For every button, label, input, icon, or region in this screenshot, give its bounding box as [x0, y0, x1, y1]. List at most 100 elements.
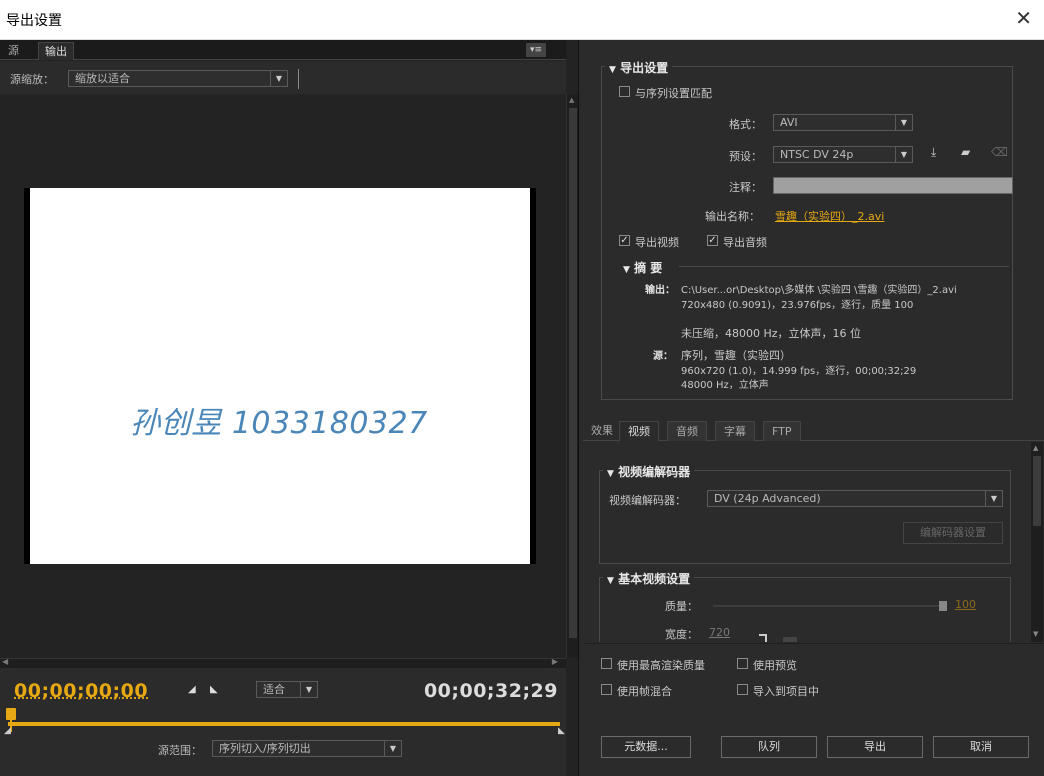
metadata-button[interactable]: 元数据... — [601, 736, 691, 758]
export-video-checkbox[interactable]: ✓ — [619, 235, 630, 246]
video-tab-body: ▼ 视频编解码器 视频编解码器： DV (24p Advanced) ▼ 编解码… — [583, 442, 1031, 642]
scrollbar-thumb[interactable] — [569, 108, 577, 638]
preview-vertical-scrollbar[interactable]: ▲ — [566, 94, 578, 658]
chevron-down-icon: ▼ — [300, 682, 317, 697]
chevron-down-icon: ▼ — [895, 115, 912, 130]
match-sequence-checkbox[interactable] — [619, 86, 630, 97]
folder-icon[interactable]: ▰ — [961, 145, 970, 159]
set-in-point-icon[interactable]: ◢ — [188, 684, 196, 695]
fit-value: 适合 — [263, 683, 285, 696]
format-value: AVI — [780, 116, 798, 129]
summary-source-line1: 序列，雪趣（实验四） — [681, 349, 791, 362]
summary-header[interactable]: ▼ 摘 要 — [623, 259, 663, 276]
scrollbar-thumb[interactable] — [1033, 456, 1041, 526]
format-label: 格式： — [729, 118, 762, 131]
bottom-options: 使用最高渲染质量 使用预览 使用帧混合 导入到项目中 元数据... 队列 导出 … — [583, 643, 1044, 776]
trash-icon[interactable]: ⌫ — [991, 145, 1008, 159]
summary-title: 摘 要 — [634, 261, 663, 275]
source-scaling-dropdown[interactable]: 缩放以适合 ▼ — [68, 70, 288, 87]
chevron-down-icon: ▼ — [985, 491, 1002, 506]
tab-captions[interactable]: 字幕 — [715, 421, 755, 441]
output-name-link[interactable]: 雪趣（实验四）_2.avi — [775, 208, 884, 224]
preset-value: NTSC DV 24p — [780, 148, 854, 161]
panel-menu-icon[interactable]: ▾≡ — [526, 43, 546, 57]
fit-dropdown[interactable]: 适合 ▼ — [256, 681, 318, 698]
source-scaling-row: 源缩放： 缩放以适合 ▼ — [0, 61, 566, 94]
format-dropdown[interactable]: AVI ▼ — [773, 114, 913, 131]
export-button[interactable]: 导出 — [827, 736, 923, 758]
playhead-icon[interactable] — [6, 708, 16, 720]
summary-source-key: 源： — [653, 351, 673, 362]
source-range-dropdown[interactable]: 序列切入/序列切出 ▼ — [212, 740, 402, 757]
codec-title: 视频编解码器 — [618, 465, 691, 479]
export-video-label: 导出视频 — [635, 236, 679, 249]
codec-settings-button[interactable]: 编解码器设置 — [903, 522, 1003, 544]
scroll-right-icon[interactable]: ▶ — [552, 657, 558, 666]
time-range-track[interactable]: ◢ ◣ — [0, 706, 566, 736]
export-settings-dialog: 源 输出 ▾≡ 源缩放： 缩放以适合 ▼ 孙创昱 1033180327 ▲ ◀ … — [0, 40, 1044, 776]
source-range-label: 源范围： — [158, 744, 202, 757]
scroll-up-icon[interactable]: ▲ — [569, 96, 574, 104]
current-timecode[interactable]: 00;00;00;00 — [14, 680, 148, 702]
quality-value[interactable]: 100 — [955, 598, 976, 611]
collapse-triangle-icon: ▼ — [607, 576, 614, 586]
import-to-project-label: 导入到项目中 — [753, 685, 819, 698]
scroll-up-icon[interactable]: ▲ — [1033, 444, 1038, 452]
preset-dropdown[interactable]: NTSC DV 24p ▼ — [773, 146, 913, 163]
summary-divider — [679, 266, 1009, 267]
comment-input[interactable] — [773, 177, 1013, 194]
basic-video-header[interactable]: ▼ 基本视频设置 — [603, 570, 695, 587]
width-value[interactable]: 720 — [709, 626, 730, 639]
frame-blending-checkbox[interactable] — [601, 684, 612, 695]
source-range-value: 序列切入/序列切出 — [219, 742, 311, 755]
scroll-left-icon[interactable]: ◀ — [2, 657, 8, 666]
tab-output[interactable]: 输出 — [38, 42, 74, 60]
out-marker-icon[interactable]: ◣ — [558, 726, 565, 736]
preview-canvas — [30, 188, 530, 564]
tab-video[interactable]: 视频 — [619, 421, 659, 441]
tab-source[interactable]: 源 — [2, 42, 25, 60]
comment-label: 注释： — [729, 181, 762, 194]
codec-header[interactable]: ▼ 视频编解码器 — [603, 463, 695, 480]
codec-group — [599, 470, 1011, 564]
export-audio-label: 导出音频 — [723, 236, 767, 249]
export-settings-header[interactable]: ▼ 导出设置 — [605, 59, 673, 76]
summary-source-line2: 960x720 (1.0)，14.999 fps，逐行，00;00;32;29 — [681, 366, 917, 377]
source-scaling-value: 缩放以适合 — [75, 72, 130, 85]
queue-button[interactable]: 队列 — [721, 736, 817, 758]
lock-icon[interactable] — [783, 637, 797, 642]
max-render-quality-checkbox[interactable] — [601, 658, 612, 669]
basic-video-title: 基本视频设置 — [618, 572, 691, 586]
quality-label: 质量： — [665, 600, 698, 613]
preset-label: 预设： — [729, 150, 762, 163]
codec-value: DV (24p Advanced) — [714, 492, 821, 505]
output-name-label: 输出名称： — [705, 210, 760, 223]
link-dimensions-icon[interactable] — [759, 634, 767, 642]
settings-vertical-scrollbar[interactable]: ▲ ▼ — [1031, 442, 1043, 642]
quality-slider-knob[interactable] — [939, 601, 947, 611]
collapse-triangle-icon: ▼ — [623, 265, 630, 275]
codec-dropdown[interactable]: DV (24p Advanced) ▼ — [707, 490, 1003, 507]
set-out-point-icon[interactable]: ◣ — [210, 684, 218, 695]
window-title: 导出设置 — [6, 13, 62, 29]
tab-audio[interactable]: 音频 — [667, 421, 707, 441]
close-icon[interactable]: ✕ — [1015, 6, 1032, 30]
cancel-button[interactable]: 取消 — [933, 736, 1029, 758]
export-settings-title: 导出设置 — [620, 61, 669, 75]
in-marker-icon[interactable]: ◢ — [4, 726, 11, 736]
tab-effects[interactable]: 效果 — [583, 421, 621, 441]
summary-output-key: 输出： — [645, 285, 675, 296]
title-bar: 导出设置 ✕ — [0, 0, 1044, 40]
export-audio-checkbox[interactable]: ✓ — [707, 235, 718, 246]
preview-panel: 源 输出 ▾≡ 源缩放： 缩放以适合 ▼ 孙创昱 1033180327 ▲ ◀ … — [0, 40, 578, 776]
import-to-project-checkbox[interactable] — [737, 684, 748, 695]
quality-slider[interactable] — [713, 601, 947, 611]
width-label: 宽度： — [665, 628, 698, 641]
use-preview-checkbox[interactable] — [737, 658, 748, 669]
work-area-bar[interactable] — [8, 722, 560, 726]
tab-ftp[interactable]: FTP — [763, 421, 801, 441]
scroll-down-icon[interactable]: ▼ — [1033, 630, 1038, 638]
preview-horizontal-scrollbar[interactable]: ◀ ▶ — [0, 657, 566, 668]
frame-blending-label: 使用帧混合 — [617, 685, 672, 698]
download-icon[interactable]: ⤓ — [931, 145, 936, 160]
